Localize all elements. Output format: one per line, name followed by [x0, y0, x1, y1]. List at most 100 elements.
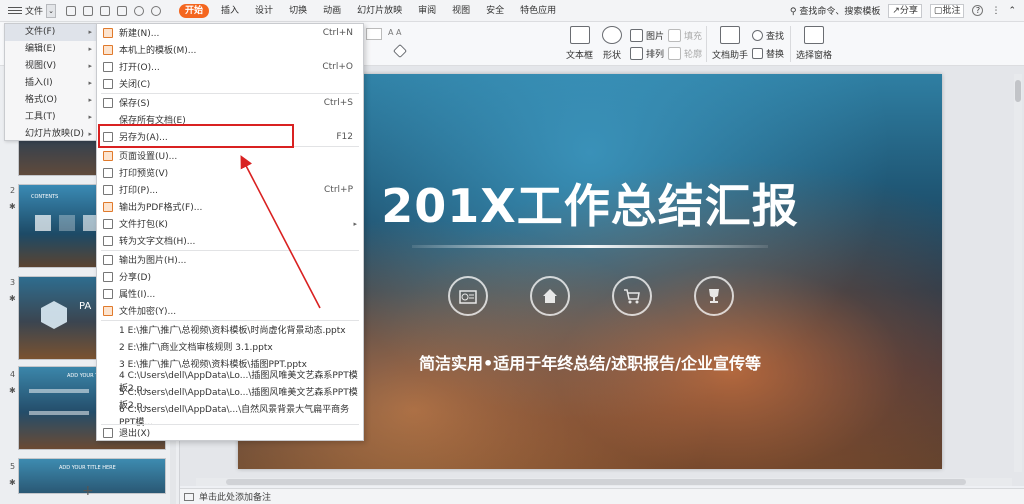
font-grow-icon[interactable]: A A — [388, 28, 402, 37]
recent-file[interactable]: 6 C:\Users\dell\AppData\...\自然风景背景大气扁平商务… — [97, 405, 363, 428]
chevron-right-icon: ▸ — [88, 96, 92, 104]
menu-save[interactable]: 保存(S) Ctrl+S — [97, 94, 363, 111]
menu-share[interactable]: 分享(D) — [97, 268, 363, 285]
menu-item-slideshow[interactable]: 幻灯片放映(D) ▸ — [5, 126, 96, 143]
outline-button[interactable]: 轮廓 — [668, 47, 702, 60]
picture-button[interactable]: 图片 — [630, 29, 664, 42]
print-icon[interactable] — [100, 5, 111, 16]
file-menu-button[interactable]: 文件 — [25, 4, 43, 17]
menu-close[interactable]: 关闭(C) — [97, 75, 363, 92]
file-dropdown-menu: 文件(F) ▸ 编辑(E) ▸ 视图(V) ▸ 插入(I) ▸ 格式(O) ▸ 工具(T)… — [4, 23, 97, 141]
menu-template[interactable]: 本机上的模板(M)... — [97, 41, 363, 58]
tab-review[interactable]: 审阅 — [410, 0, 444, 22]
save-icon[interactable] — [66, 5, 77, 16]
menu-print[interactable]: 打印(P)... Ctrl+P — [97, 181, 363, 198]
scrollbar-thumb[interactable] — [226, 479, 966, 485]
share-button[interactable]: ↗分享 — [888, 3, 922, 18]
tab-design[interactable]: 设计 — [247, 0, 281, 22]
tab-animation[interactable]: 动画 — [315, 0, 349, 22]
hamburger-icon[interactable] — [8, 7, 22, 14]
menu-properties[interactable]: 属性(I)... — [97, 285, 363, 302]
preview-icon[interactable] — [117, 5, 128, 16]
horizontal-scrollbar[interactable] — [196, 478, 1012, 486]
title-divider-line — [412, 245, 768, 248]
scrollbar-thumb[interactable] — [1015, 80, 1021, 102]
picture-icon — [630, 29, 643, 42]
menu-encrypt[interactable]: 文件加密(Y)... — [97, 302, 363, 319]
menu-exit[interactable]: 退出(X) — [97, 424, 363, 441]
tab-security[interactable]: 安全 — [478, 0, 512, 22]
menu-save-all[interactable]: 保存所有文档(E) — [97, 111, 363, 128]
doc-helper-icon — [720, 26, 740, 44]
properties-icon — [103, 288, 113, 299]
menu-export-pdf[interactable]: 输出为PDF格式(F)... — [97, 198, 363, 215]
arrange-button[interactable]: 排列 — [630, 47, 664, 60]
search-command[interactable]: ⚲ 查找命令、搜索模板 — [790, 4, 880, 17]
more-icon[interactable]: ⋮ — [991, 6, 1000, 16]
menu-item-insert[interactable]: 插入(I) ▸ — [5, 75, 96, 92]
slide-number: 5 — [10, 462, 16, 471]
tab-insert[interactable]: 插入 — [213, 0, 247, 22]
thumb-title: ADD YOUR TITLE HERE — [59, 465, 116, 471]
print-icon — [103, 184, 113, 195]
notes-icon — [184, 492, 194, 501]
menu-print-preview[interactable]: 打印预览(V) — [97, 164, 363, 181]
convert-text-icon — [103, 235, 113, 246]
vertical-scrollbar[interactable] — [1014, 74, 1022, 472]
notes-bar[interactable]: 单击此处添加备注 — [180, 488, 1024, 504]
recent-file[interactable]: 1 E:\推广\推广\总视频\资料模板\时尚虚化背景动态.pptx — [97, 321, 363, 338]
tab-transition[interactable]: 切换 — [281, 0, 315, 22]
pdf-icon — [103, 201, 113, 212]
menu-item-edit[interactable]: 编辑(E) ▸ — [5, 41, 96, 58]
template-icon — [103, 44, 113, 55]
comment-button[interactable]: ▢批注 — [929, 3, 965, 18]
collapse-icon[interactable]: ⌃ — [1008, 6, 1016, 16]
select-pane-button[interactable]: 选择窗格 — [796, 26, 832, 61]
animation-star-icon: ✱ — [9, 478, 16, 487]
home-icon — [530, 276, 570, 316]
help-icon[interactable]: ? — [972, 5, 984, 16]
menu-package[interactable]: 文件打包(K) ▸ — [97, 215, 363, 232]
font-size-box[interactable] — [366, 28, 382, 40]
file-submenu: 新建(N)... Ctrl+N 本机上的模板(M)... 打开(O)... Ctrl… — [96, 23, 364, 441]
menu-item-file[interactable]: 文件(F) ▸ — [5, 24, 96, 41]
close-doc-icon — [103, 78, 113, 89]
save-as-icon — [103, 131, 113, 142]
menu-item-view[interactable]: 视图(V) ▸ — [5, 58, 96, 75]
chevron-right-icon: ▸ — [88, 79, 92, 87]
replace-button[interactable]: 替换 — [752, 47, 784, 60]
doc-helper-button[interactable]: 文档助手 — [712, 26, 748, 61]
chevron-down-icon[interactable]: ⌄ — [46, 3, 57, 18]
replace-icon — [752, 48, 763, 59]
menu-item-tools[interactable]: 工具(T) ▸ — [5, 109, 96, 126]
textbox-button[interactable]: 文本框 — [566, 26, 593, 61]
redo-icon[interactable] — [151, 5, 162, 16]
trophy-icon — [694, 276, 734, 316]
thumb-title: CONTENTS — [31, 194, 59, 200]
menu-export-image[interactable]: 输出为图片(H)... — [97, 251, 363, 268]
find-button[interactable]: 查找 — [752, 29, 784, 42]
menu-new[interactable]: 新建(N)... Ctrl+N — [97, 24, 363, 41]
add-slide-button[interactable]: + — [82, 484, 94, 498]
menu-save-as[interactable]: 另存为(A)... F12 — [97, 128, 363, 145]
tab-features[interactable]: 特色应用 — [512, 0, 564, 22]
lock-icon — [103, 305, 113, 316]
chevron-right-icon: ▸ — [88, 113, 92, 121]
undo-icon[interactable] — [134, 5, 145, 16]
fill-button[interactable]: 填充 — [668, 29, 702, 42]
recent-file[interactable]: 2 E:\推广\商业文档审核规则 3.1.pptx — [97, 338, 363, 355]
chevron-right-icon: ▸ — [88, 62, 92, 70]
textbox-icon — [569, 26, 590, 44]
shape-button[interactable]: 形状 — [602, 26, 622, 61]
menu-to-text[interactable]: 转为文字文档(H)... — [97, 232, 363, 249]
tab-home[interactable]: 开始 — [179, 3, 210, 18]
clear-format-icon[interactable] — [392, 43, 408, 59]
ribbon-tabs: 开始 插入 设计 切换 动画 幻灯片放映 审阅 视图 安全 特色应用 — [175, 0, 564, 22]
tab-view[interactable]: 视图 — [444, 0, 478, 22]
menu-open[interactable]: 打开(O)... Ctrl+O — [97, 58, 363, 75]
tab-slideshow[interactable]: 幻灯片放映 — [349, 0, 410, 22]
menu-page-setup[interactable]: 页面设置(U)... — [97, 147, 363, 164]
menu-item-format[interactable]: 格式(O) ▸ — [5, 92, 96, 109]
folder-icon[interactable] — [83, 5, 94, 16]
notes-placeholder[interactable]: 单击此处添加备注 — [199, 490, 271, 503]
